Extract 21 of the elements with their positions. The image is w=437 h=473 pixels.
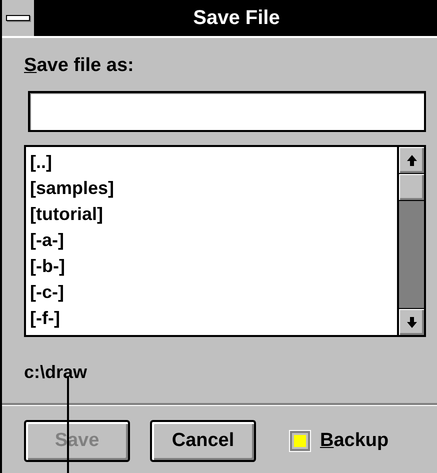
directory-item[interactable]: [-f-] [30, 305, 397, 331]
backup-checkbox[interactable] [290, 431, 310, 451]
scrollbar[interactable] [397, 147, 424, 335]
backup-label[interactable]: Backup [320, 430, 389, 452]
directory-item[interactable]: [-c-] [30, 279, 397, 305]
field-label: Save file as: [24, 54, 135, 78]
directory-item[interactable]: [..] [30, 149, 397, 175]
current-path: c:\draw [24, 361, 88, 384]
directory-item[interactable]: [-a-] [30, 227, 397, 253]
window-title: Save File [192, 6, 281, 31]
down-arrow-icon [406, 316, 416, 328]
directory-item[interactable]: [-b-] [30, 253, 397, 279]
directory-item[interactable]: [samples] [30, 175, 397, 201]
dialog-button[interactable]: Cancel [150, 420, 256, 462]
directory-item[interactable]: [tutorial] [30, 201, 397, 227]
filename-field[interactable] [28, 91, 426, 132]
up-arrow-icon [406, 154, 416, 166]
scroll-thumb[interactable] [399, 174, 424, 201]
scroll-down-button[interactable] [399, 308, 424, 335]
control-menu-button[interactable] [2, 0, 36, 36]
scroll-up-button[interactable] [399, 147, 424, 174]
